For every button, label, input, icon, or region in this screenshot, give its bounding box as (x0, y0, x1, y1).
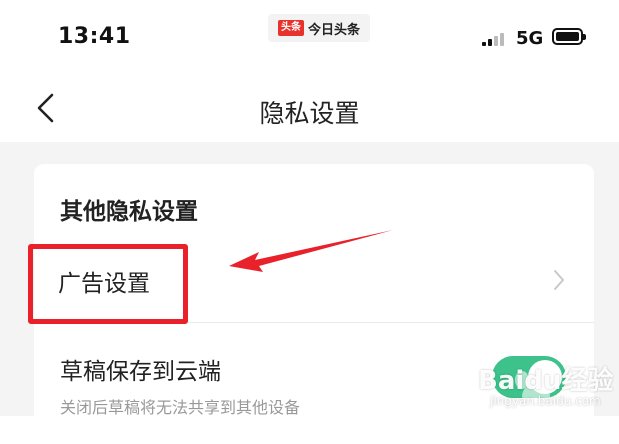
watermark-brand: Baidu经验 (478, 366, 614, 396)
app-logo: 头条 (278, 20, 304, 36)
section-title: 其他隐私设置 (60, 199, 198, 225)
network-type: 5G (516, 28, 544, 49)
draft-cloud-label: 草稿保存到云端 (60, 359, 221, 385)
chevron-right-icon (554, 270, 564, 290)
app-indicator: 头条 今日头条 (268, 14, 371, 42)
watermark-url: jingyan.baidu.com (490, 394, 601, 408)
draft-cloud-description: 关闭后草稿将无法共享到其他设备 (60, 398, 301, 417)
signal-icon (482, 32, 504, 46)
page-title: 隐私设置 (259, 99, 360, 128)
nav-bar: 隐私设置 (0, 76, 619, 142)
status-bar: 13:41 头条 今日头条 5G (0, 0, 619, 76)
annotation-arrow-icon (229, 230, 393, 272)
highlight-box (28, 244, 188, 324)
battery-icon (552, 28, 586, 45)
status-time: 13:41 (58, 24, 131, 49)
app-name: 今日头条 (308, 22, 361, 38)
